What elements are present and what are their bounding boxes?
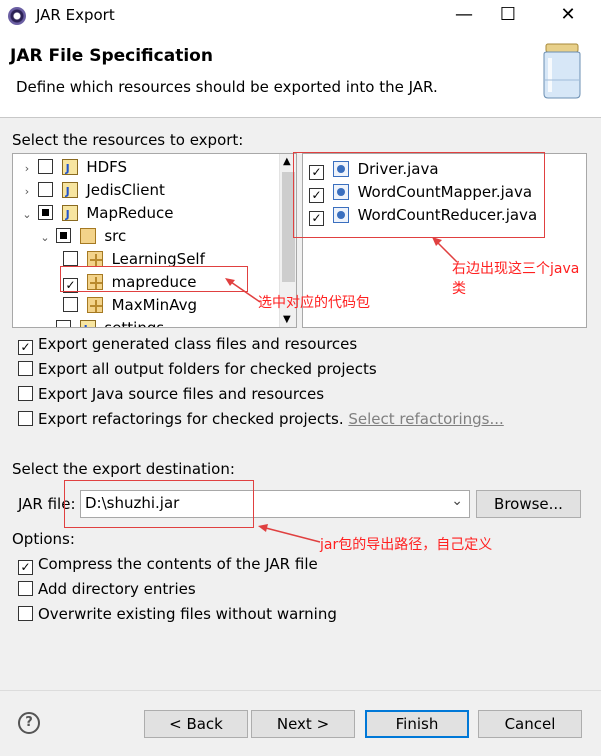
checkbox[interactable]	[18, 386, 33, 401]
export-refactorings-option[interactable]: Export refactorings for checked projects…	[18, 408, 504, 430]
package-icon	[86, 251, 103, 267]
tree-item-label: src	[104, 227, 127, 245]
chevron-down-icon[interactable]: ⌄	[39, 226, 51, 249]
annotation-arrow	[258, 524, 321, 543]
compress-option[interactable]: ✓ Compress the contents of the JAR file	[18, 553, 318, 575]
footer-divider	[0, 690, 601, 691]
project-icon	[61, 157, 78, 180]
scroll-up-icon[interactable]: ▲	[283, 156, 291, 167]
help-icon[interactable]: ?	[18, 712, 40, 734]
window-title: JAR Export	[36, 6, 115, 24]
folder-icon	[79, 318, 96, 327]
checkbox[interactable]	[37, 159, 53, 174]
chevron-right-icon[interactable]: ›	[39, 318, 51, 327]
next-button[interactable]: Next >	[251, 710, 355, 738]
project-icon	[61, 203, 78, 226]
maximize-icon[interactable]: ☐	[496, 4, 520, 28]
checkbox[interactable]	[37, 182, 53, 197]
chevron-right-icon[interactable]: ›	[21, 180, 33, 203]
page-description: Define which resources should be exporte…	[16, 78, 438, 96]
project-icon	[61, 180, 78, 203]
checkbox-partial[interactable]	[37, 205, 53, 220]
checkbox[interactable]	[18, 361, 33, 376]
finish-button[interactable]: Finish	[365, 710, 469, 738]
checkbox-checked[interactable]: ✓	[18, 560, 33, 575]
scroll-down-icon[interactable]: ▼	[283, 314, 291, 325]
annotation-jar-path: jar包的导出路径，自己定义	[320, 537, 493, 553]
checkbox[interactable]	[63, 251, 78, 266]
tree-item-src[interactable]: ⌄ src	[39, 225, 126, 248]
options-label: Options:	[12, 530, 75, 548]
annotation-box-package	[60, 266, 248, 292]
annotation-box-files	[293, 152, 545, 238]
export-class-files-option[interactable]: ✓ Export generated class files and resour…	[18, 333, 357, 355]
tree-item-label: MapReduce	[86, 204, 174, 222]
tree-item-label: JedisClient	[86, 181, 165, 199]
option-label: Export Java source files and resources	[38, 385, 325, 403]
annotation-classes-line2: 类	[452, 281, 466, 297]
option-label: Overwrite existing files without warning	[38, 605, 337, 623]
resources-label: Select the resources to export:	[12, 131, 244, 149]
option-label: Export refactorings for checked projects…	[38, 410, 344, 428]
close-icon[interactable]: ✕	[556, 4, 580, 28]
option-label: Export all output folders for checked pr…	[38, 360, 377, 378]
jar-icon	[543, 43, 581, 99]
annotation-box-jar-path	[64, 480, 254, 528]
page-title: JAR File Specification	[10, 46, 213, 66]
destination-label: Select the export destination:	[12, 460, 235, 478]
annotation-arrow	[225, 278, 261, 303]
eclipse-app-icon	[8, 7, 26, 25]
minimize-icon[interactable]: —	[452, 4, 476, 28]
back-button[interactable]: < Back	[144, 710, 248, 738]
annotation-classes-line1: 右边出现这三个java	[452, 261, 580, 277]
chevron-right-icon[interactable]: ›	[21, 157, 33, 180]
checkbox[interactable]	[18, 411, 33, 426]
export-output-folders-option[interactable]: Export all output folders for checked pr…	[18, 358, 377, 380]
chevron-down-icon[interactable]: ⌄	[21, 203, 33, 226]
option-label: Export generated class files and resourc…	[38, 335, 358, 353]
tree-item-label: settings	[104, 319, 165, 328]
cancel-button[interactable]: Cancel	[478, 710, 582, 738]
overwrite-option[interactable]: Overwrite existing files without warning	[18, 603, 337, 625]
checkbox[interactable]	[55, 320, 71, 327]
checkbox-partial[interactable]	[55, 228, 71, 243]
option-label: Add directory entries	[38, 580, 196, 598]
tree-item-jedisclient[interactable]: › JedisClient	[21, 179, 165, 203]
wizard-header	[0, 32, 601, 118]
tree-item-hdfs[interactable]: › HDFS	[21, 156, 128, 180]
chevron-down-icon[interactable]: ⌄	[451, 493, 463, 509]
select-refactorings-link[interactable]: Select refactorings...	[348, 410, 503, 428]
checkbox-checked[interactable]: ✓	[18, 340, 33, 355]
tree-item-maxminavg[interactable]: MaxMinAvg	[63, 294, 197, 317]
option-label: Compress the contents of the JAR file	[38, 555, 318, 573]
tree-item-label: MaxMinAvg	[111, 296, 197, 314]
checkbox[interactable]	[18, 581, 33, 596]
source-folder-icon	[79, 228, 96, 244]
tree-item-mapreduce-project[interactable]: ⌄ MapReduce	[21, 202, 174, 226]
browse-button[interactable]: Browse...	[476, 490, 581, 518]
checkbox[interactable]	[18, 606, 33, 621]
annotation-select-package: 选中对应的代码包	[258, 295, 370, 311]
checkbox[interactable]	[63, 297, 78, 312]
export-java-source-option[interactable]: Export Java source files and resources	[18, 383, 324, 405]
directory-entries-option[interactable]: Add directory entries	[18, 578, 196, 600]
tree-item-settings[interactable]: › settings	[39, 317, 165, 328]
tree-item-label: HDFS	[86, 158, 128, 176]
package-icon	[86, 297, 103, 313]
